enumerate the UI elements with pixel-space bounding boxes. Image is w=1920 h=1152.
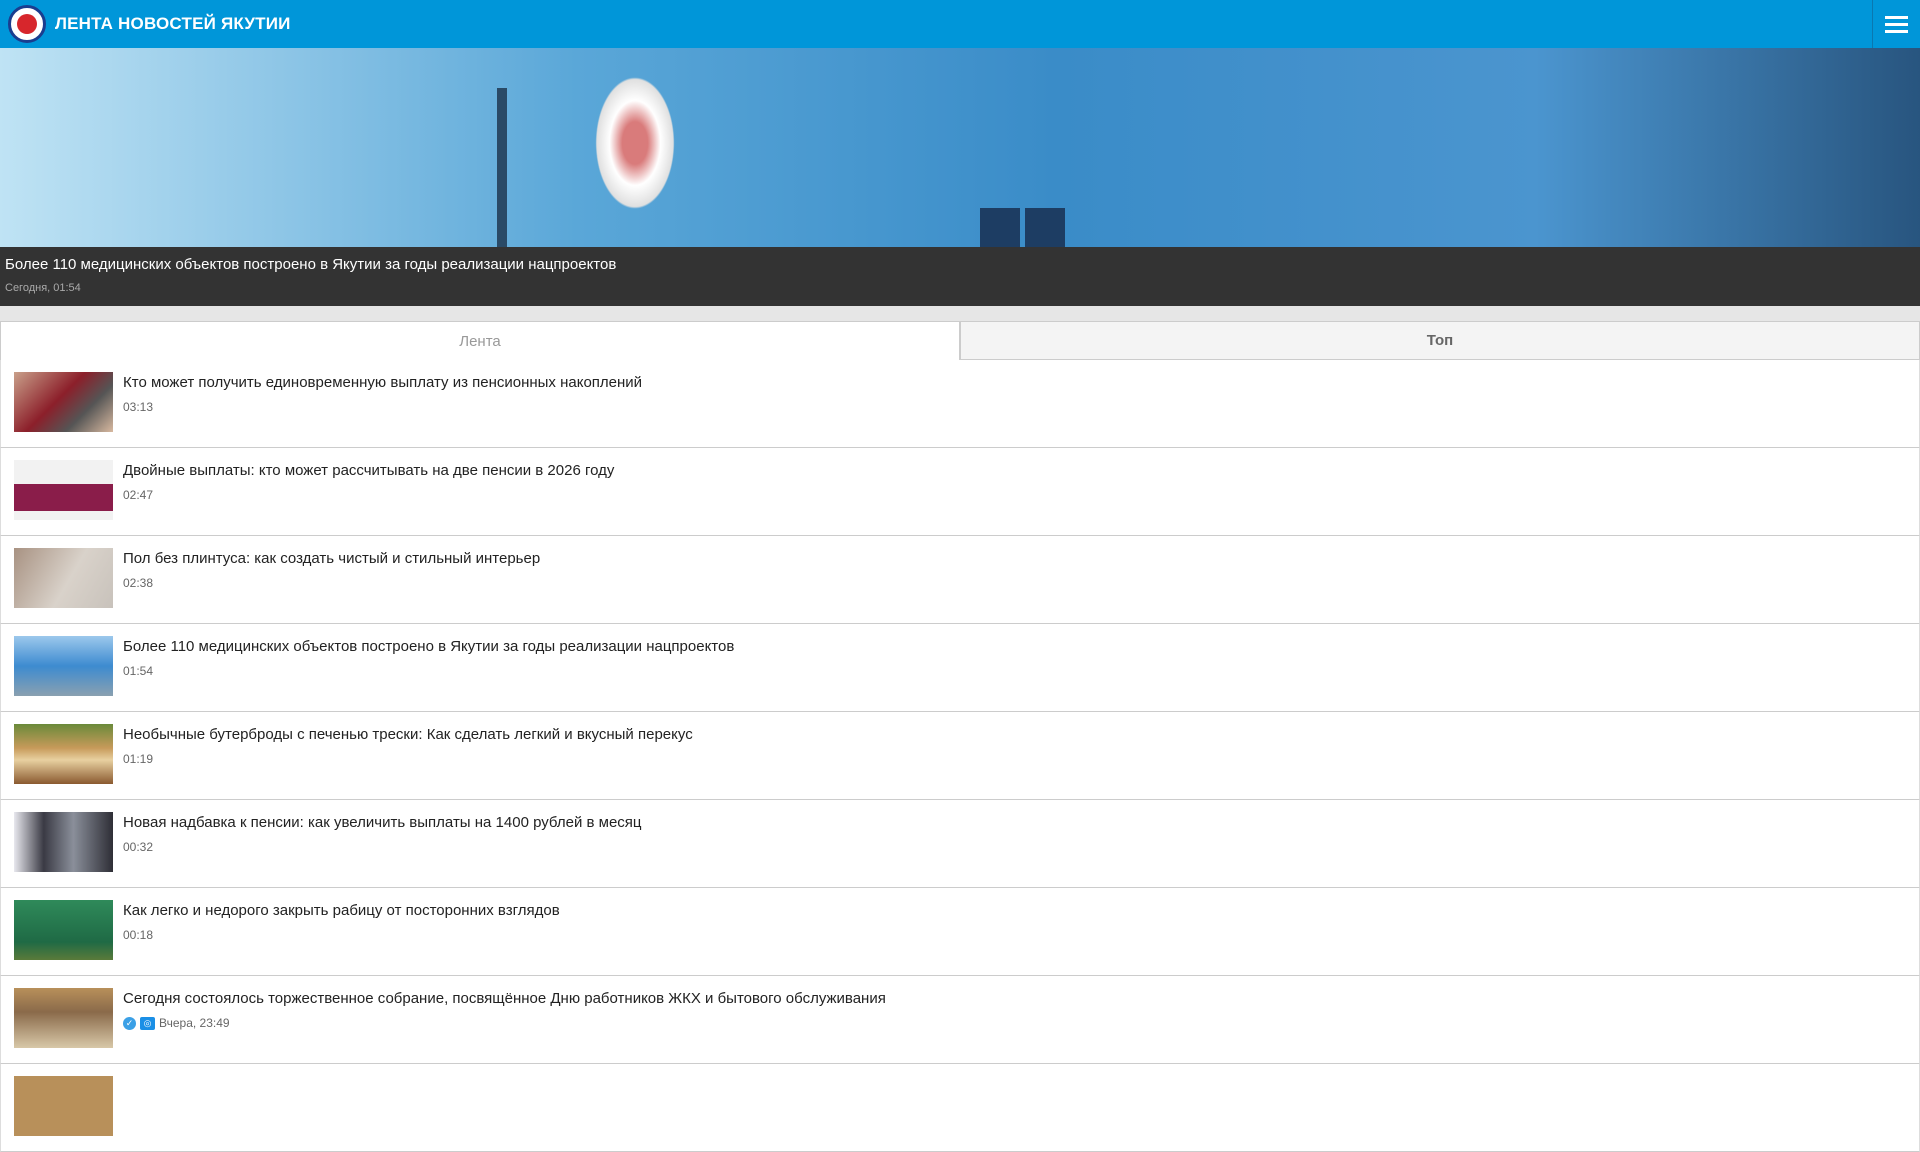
hamburger-icon: [1885, 15, 1908, 19]
news-item[interactable]: Как легко и недорого закрыть рабицу от п…: [0, 888, 1920, 976]
featured-image[interactable]: [0, 48, 1920, 247]
camera-icon: ◎: [140, 1016, 155, 1030]
news-title[interactable]: Как легко и недорого закрыть рабицу от п…: [123, 902, 560, 919]
news-time: 02:38: [123, 576, 154, 590]
verified-icon: ✓: [123, 1016, 136, 1030]
news-thumbnail[interactable]: [14, 812, 113, 872]
news-item[interactable]: Кто может получить единовременную выплат…: [0, 360, 1920, 448]
news-item[interactable]: Необычные бутерброды с печенью трески: К…: [0, 712, 1920, 800]
site-title[interactable]: ЛЕНТА НОВОСТЕЙ ЯКУТИИ: [55, 14, 291, 34]
featured-caption[interactable]: Более 110 медицинских объектов построено…: [0, 247, 1920, 306]
menu-button[interactable]: [1872, 0, 1920, 48]
news-title[interactable]: Необычные бутерброды с печенью трески: К…: [123, 726, 693, 743]
featured-time: Сегодня, 01:54: [5, 282, 81, 294]
news-time: 01:19: [123, 752, 154, 766]
news-time: Вчера, 23:49: [159, 1016, 230, 1030]
featured-title[interactable]: Более 110 медицинских объектов построено…: [5, 256, 1915, 273]
news-thumbnail[interactable]: [14, 1076, 113, 1136]
news-time: 03:13: [123, 400, 154, 414]
news-thumbnail[interactable]: [14, 900, 113, 960]
news-time: 00:18: [123, 928, 154, 942]
news-title[interactable]: Кто может получить единовременную выплат…: [123, 374, 642, 391]
news-meta: ✓ ◎ Вчера, 23:49: [123, 1016, 230, 1030]
news-title[interactable]: Новая надбавка к пенсии: как увеличить в…: [123, 814, 642, 831]
tab-lenta[interactable]: Лента: [0, 321, 960, 360]
tabs: Лента Топ: [0, 321, 1920, 360]
news-title[interactable]: Сегодня состоялось торжественное собрани…: [123, 990, 886, 1007]
news-item[interactable]: Пол без плинтуса: как создать чистый и с…: [0, 536, 1920, 624]
news-item[interactable]: [0, 1064, 1920, 1152]
news-list: Кто может получить единовременную выплат…: [0, 360, 1920, 1152]
news-item[interactable]: Новая надбавка к пенсии: как увеличить в…: [0, 800, 1920, 888]
news-item[interactable]: Сегодня состоялось торжественное собрани…: [0, 976, 1920, 1064]
news-thumbnail[interactable]: [14, 636, 113, 696]
news-thumbnail[interactable]: [14, 460, 113, 520]
news-thumbnail[interactable]: [14, 724, 113, 784]
tab-top[interactable]: Топ: [960, 321, 1920, 360]
news-thumbnail[interactable]: [14, 548, 113, 608]
news-title[interactable]: Пол без плинтуса: как создать чистый и с…: [123, 550, 540, 567]
news-thumbnail[interactable]: [14, 988, 113, 1048]
divider: [0, 306, 1920, 321]
news-title[interactable]: Более 110 медицинских объектов построено…: [123, 638, 734, 655]
news-thumbnail[interactable]: [14, 372, 113, 432]
news-item[interactable]: Двойные выплаты: кто может рассчитывать …: [0, 448, 1920, 536]
news-time: 02:47: [123, 488, 154, 502]
news-time: 01:54: [123, 664, 154, 678]
yakutia-emblem-logo[interactable]: [8, 5, 46, 43]
top-bar: ЛЕНТА НОВОСТЕЙ ЯКУТИИ: [0, 0, 1920, 48]
news-time: 00:32: [123, 840, 154, 854]
news-item[interactable]: Более 110 медицинских объектов построено…: [0, 624, 1920, 712]
news-title[interactable]: Двойные выплаты: кто может рассчитывать …: [123, 462, 614, 479]
